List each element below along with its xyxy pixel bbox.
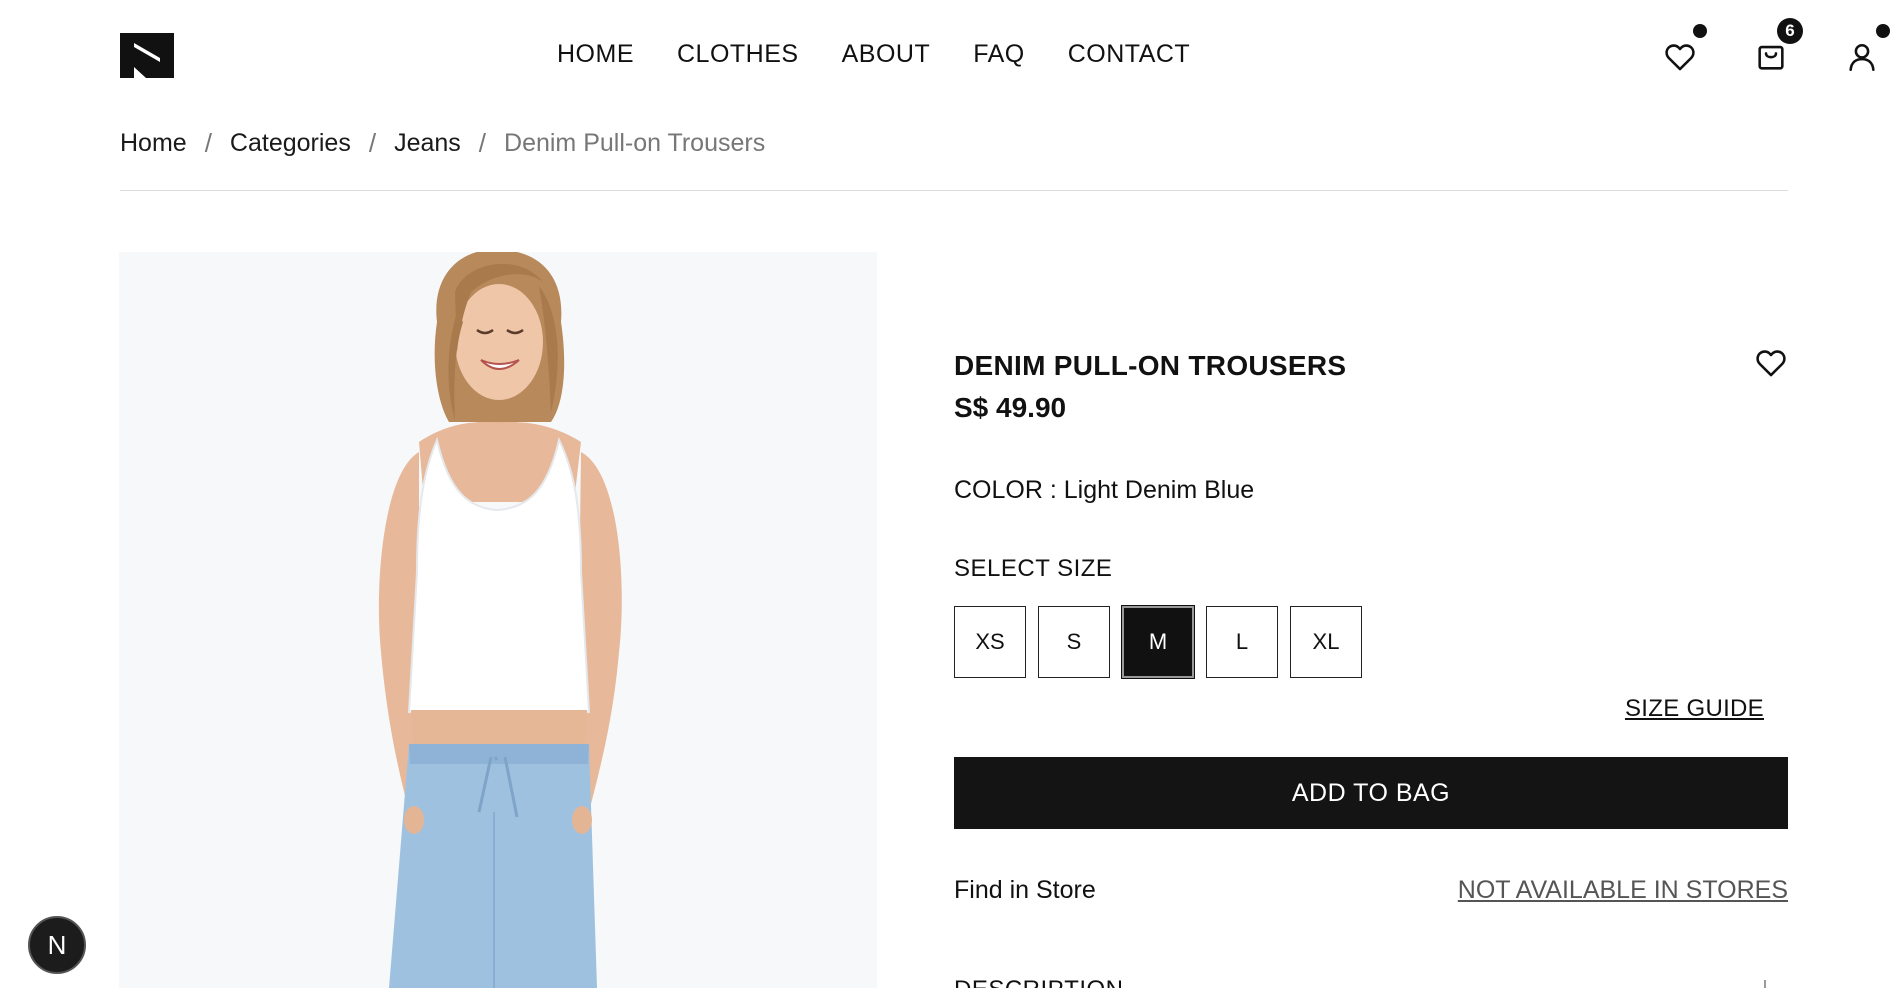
breadcrumb-jeans[interactable]: Jeans [394, 129, 461, 158]
size-option-xs[interactable]: XS [954, 606, 1026, 678]
breadcrumb-categories[interactable]: Categories [230, 129, 351, 158]
product-info: DENIM PULL-ON TROUSERS S$ 49.90 COLOR : … [954, 0, 1788, 988]
account-indicator-dot [1876, 24, 1890, 38]
size-option-s[interactable]: S [1038, 606, 1110, 678]
product-title: DENIM PULL-ON TROUSERS [954, 350, 1347, 381]
plus-icon[interactable] [1754, 978, 1776, 988]
breadcrumb: Home / Categories / Jeans / Denim Pull-o… [120, 125, 765, 161]
size-options: XS S M L XL [954, 605, 1374, 679]
heart-icon [1756, 350, 1786, 377]
select-size-label: SELECT SIZE [954, 555, 1113, 582]
breadcrumb-separator: / [368, 127, 377, 158]
size-option-l[interactable]: L [1206, 606, 1278, 678]
store-availability-link[interactable]: NOT AVAILABLE IN STORES [1458, 876, 1788, 905]
product-price: S$ 49.90 [954, 392, 1067, 423]
nav-home[interactable]: HOME [557, 38, 634, 71]
find-in-store-label: Find in Store [954, 876, 1096, 904]
size-option-xl[interactable]: XL [1290, 606, 1362, 678]
nav-about[interactable]: ABOUT [842, 38, 931, 71]
description-toggle[interactable]: DESCRIPTION [954, 976, 1124, 988]
account-button[interactable] [1845, 40, 1879, 74]
size-guide-link[interactable]: SIZE GUIDE [1625, 695, 1764, 723]
product-wishlist-button[interactable] [1754, 346, 1788, 380]
product-color: COLOR : Light Denim Blue [954, 476, 1255, 504]
floating-n-button[interactable]: N [28, 916, 86, 974]
breadcrumb-separator: / [478, 127, 487, 158]
breadcrumb-home[interactable]: Home [120, 129, 187, 158]
breadcrumb-separator: / [204, 127, 212, 158]
breadcrumb-current: Denim Pull-on Trousers [504, 128, 766, 157]
model-photo-illustration [378, 252, 622, 988]
nav-clothes[interactable]: CLOTHES [677, 38, 799, 71]
size-option-m[interactable]: M [1121, 605, 1195, 679]
brand-logo[interactable] [120, 33, 174, 78]
product-image[interactable] [119, 252, 877, 988]
add-to-bag-button[interactable]: ADD TO BAG [954, 757, 1788, 829]
user-icon [1849, 43, 1875, 72]
